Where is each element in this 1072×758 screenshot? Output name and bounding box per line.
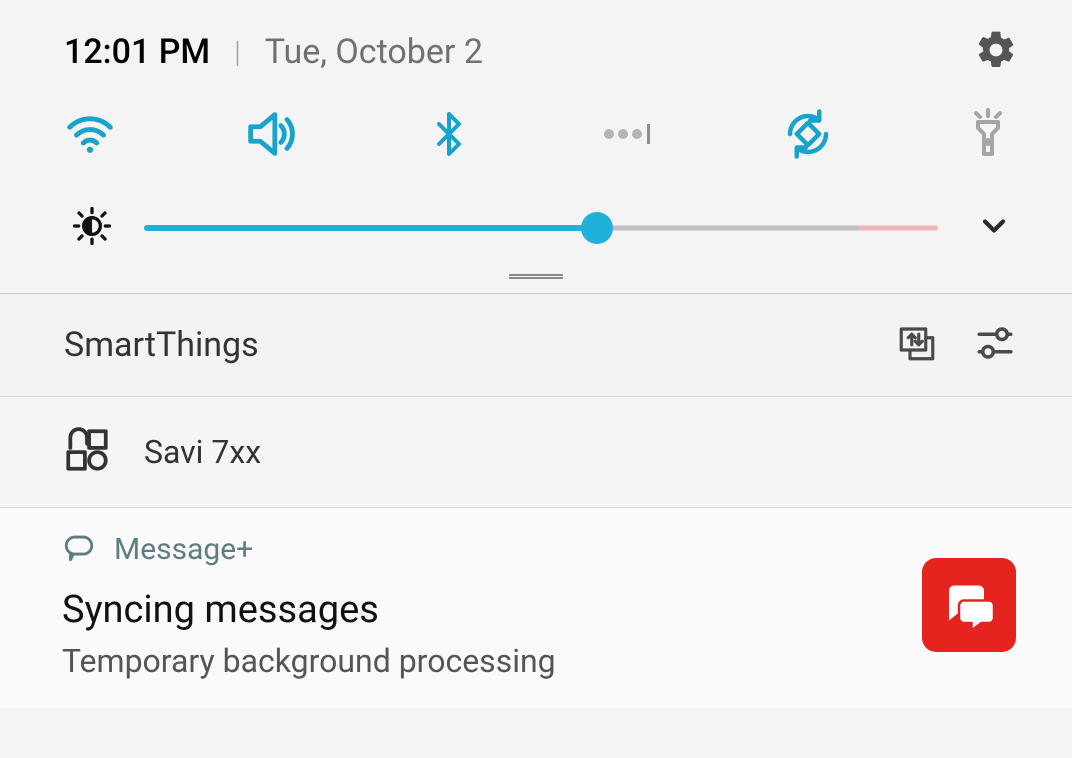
- clock-time: 12:01 PM: [64, 32, 210, 72]
- brightness-icon: [72, 206, 112, 250]
- slider-warn-zone: [859, 226, 938, 231]
- bluetooth-toggle[interactable]: [419, 106, 479, 166]
- device-name: Savi 7xx: [144, 433, 261, 471]
- shade-drag-handle-row[interactable]: [0, 270, 1072, 293]
- brightness-expand-chevron-icon[interactable]: [970, 208, 1018, 248]
- slider-thumb[interactable]: [581, 212, 613, 244]
- rotate-icon: [781, 107, 835, 165]
- notification-title: Syncing messages: [62, 588, 1016, 632]
- smartthings-device-row[interactable]: Savi 7xx: [0, 397, 1072, 508]
- notification-app-name: Message+: [114, 532, 253, 567]
- chat-bubble-icon: [62, 530, 96, 568]
- flashlight-toggle[interactable]: [958, 106, 1018, 166]
- wifi-toggle[interactable]: [60, 106, 120, 166]
- time-date-separator: |: [234, 35, 241, 70]
- chat-pair-icon: [939, 573, 999, 637]
- quick-toggles-row: [0, 88, 1072, 176]
- notification-header: Message+: [62, 530, 1016, 568]
- slider-fill: [144, 225, 597, 231]
- notification-shade: 12:01 PM | Tue, October 2: [0, 0, 1072, 708]
- notification-app-badge: [922, 558, 1016, 652]
- clock-date: Tue, October 2: [265, 32, 483, 72]
- settings-gear-icon[interactable]: [974, 28, 1018, 76]
- bluetooth-icon: [425, 107, 473, 165]
- notification-body: Temporary background processing: [62, 642, 1016, 680]
- drag-handle-icon: [509, 274, 563, 279]
- status-row: 12:01 PM | Tue, October 2: [0, 0, 1072, 88]
- brightness-slider[interactable]: [144, 212, 938, 244]
- media-devices-icon: [62, 425, 112, 479]
- auto-rotate-toggle[interactable]: [778, 106, 838, 166]
- notification-card[interactable]: Message+ Syncing messages Temporary back…: [0, 508, 1072, 708]
- brightness-row: [0, 176, 1072, 270]
- wifi-icon: [63, 107, 117, 165]
- device-controls-icon[interactable]: [974, 322, 1016, 368]
- smartthings-row[interactable]: SmartThings: [0, 294, 1072, 397]
- volume-icon: [241, 105, 299, 167]
- transfer-media-icon[interactable]: [896, 322, 938, 368]
- flashlight-icon: [964, 106, 1012, 166]
- quick-actions-toggle[interactable]: [599, 106, 659, 166]
- dots-icon: [601, 120, 657, 152]
- sound-toggle[interactable]: [240, 106, 300, 166]
- smartthings-title: SmartThings: [64, 325, 259, 365]
